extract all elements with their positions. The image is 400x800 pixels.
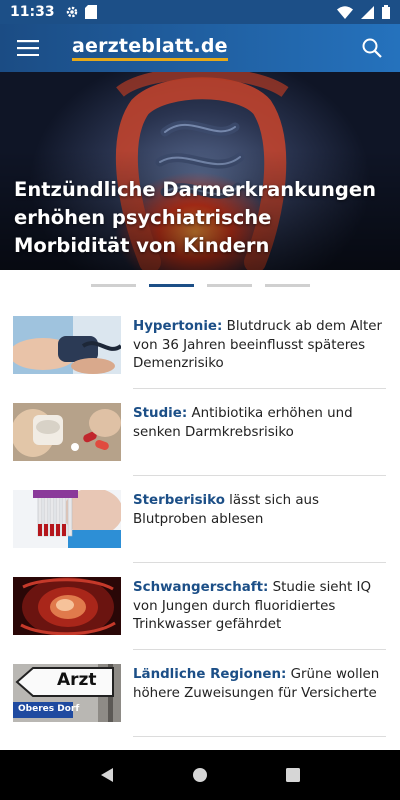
article-keyword: Hypertonie: — [133, 319, 223, 334]
thumbnail-blood-samples — [13, 490, 121, 548]
list-item[interactable]: Sterberisiko lässt sich aus Blutproben a… — [0, 476, 400, 563]
divider — [133, 736, 386, 737]
article-keyword: Schwangerschaft: — [133, 580, 269, 595]
recents-square-icon — [286, 768, 301, 782]
status-bar: 11:33 — [0, 0, 400, 24]
battery-icon — [382, 5, 390, 19]
article-text: Schwangerschaft: Studie sieht IQ von Jun… — [133, 579, 386, 635]
sd-card-icon — [84, 5, 97, 19]
recents-button[interactable] — [273, 755, 313, 795]
status-time: 11:33 — [10, 4, 55, 20]
road-sign-main-text: Arzt — [57, 670, 97, 690]
article-keyword: Sterberisiko — [133, 493, 225, 508]
article-keyword: Ländliche Regionen: — [133, 667, 287, 682]
hero-article[interactable]: Entzündliche Darmerkrankungen erhöhen ps… — [0, 72, 400, 270]
search-button[interactable] — [344, 24, 400, 72]
pager-dot-3[interactable] — [207, 284, 252, 287]
home-circle-icon — [192, 768, 207, 782]
hamburger-menu-icon — [17, 40, 39, 56]
pager-dot-4[interactable] — [265, 284, 310, 287]
article-list: Hypertonie: Blutdruck ab dem Alter von 3… — [0, 302, 400, 737]
thumbnail-fetus — [13, 577, 121, 635]
list-item[interactable]: Schwangerschaft: Studie sieht IQ von Jun… — [0, 563, 400, 650]
app-bar: aerzteblatt.de — [0, 24, 400, 72]
list-item[interactable]: Studie: Antibiotika erhöhen und senken D… — [0, 389, 400, 476]
article-text: Ländliche Regionen: Grüne wollen höhere … — [133, 666, 386, 703]
thumbnail-pills — [13, 403, 121, 461]
wifi-icon — [337, 5, 353, 19]
article-keyword: Studie: — [133, 406, 188, 421]
menu-button[interactable] — [0, 24, 56, 72]
app-screen: 11:33 aerzteblatt.de Entzündliche Darmer… — [0, 0, 400, 800]
list-item[interactable]: Arzt Oberes Dorf Ländliche Regionen: Grü… — [0, 650, 400, 737]
home-button[interactable] — [180, 755, 220, 795]
search-icon — [362, 38, 382, 58]
pager-dot-1[interactable] — [91, 284, 136, 287]
pager-dot-2-active[interactable] — [149, 284, 194, 287]
settings-icon — [66, 6, 77, 18]
article-text: Hypertonie: Blutdruck ab dem Alter von 3… — [133, 318, 386, 374]
back-button[interactable] — [87, 755, 127, 795]
system-nav-bar — [0, 750, 400, 800]
carousel-pager — [0, 284, 400, 288]
brand-logo[interactable]: aerzteblatt.de — [72, 35, 228, 61]
article-text: Sterberisiko lässt sich aus Blutproben a… — [133, 492, 386, 529]
road-sign-sub-text: Oberes Dorf — [18, 704, 80, 714]
thumbnail-blood-pressure — [13, 316, 121, 374]
article-text: Studie: Antibiotika erhöhen und senken D… — [133, 405, 386, 442]
thumbnail-road-sign: Arzt Oberes Dorf — [13, 664, 121, 722]
hero-title: Entzündliche Darmerkrankungen erhöhen ps… — [14, 178, 376, 257]
back-triangle-icon — [100, 768, 113, 782]
list-item[interactable]: Hypertonie: Blutdruck ab dem Alter von 3… — [0, 302, 400, 389]
signal-icon — [361, 5, 374, 19]
